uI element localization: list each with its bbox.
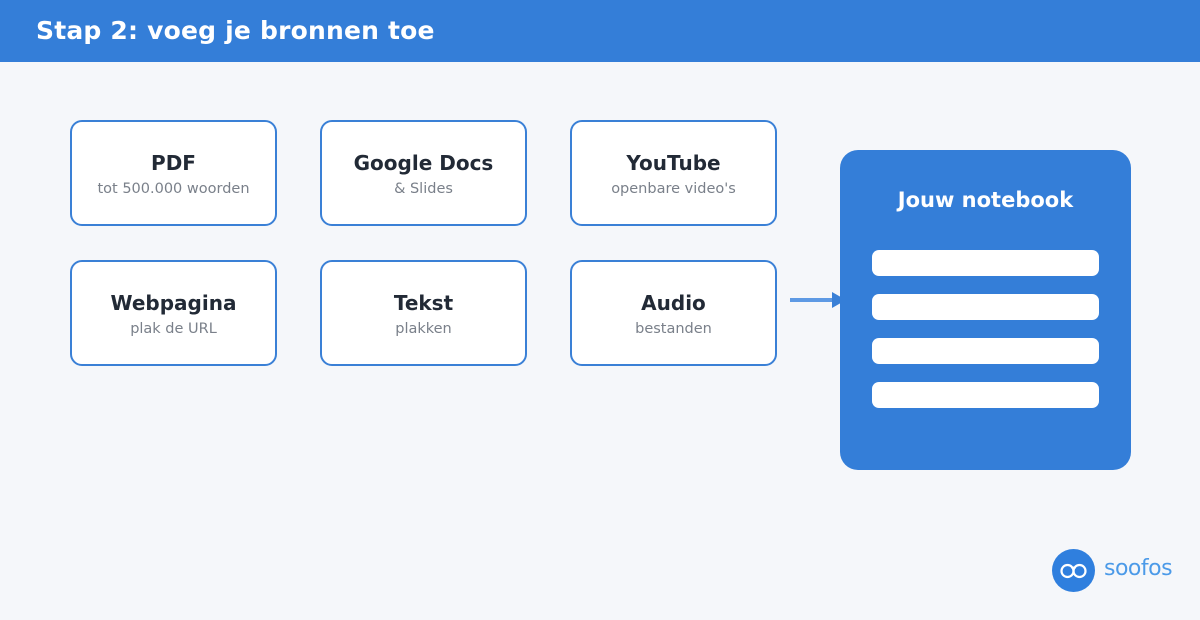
source-card-google-docs: Google Docs & Slides <box>320 120 527 226</box>
soofos-logo: soofos <box>1052 548 1182 594</box>
source-card-pdf: PDF tot 500.000 woorden <box>70 120 277 226</box>
source-title: Google Docs <box>353 151 494 175</box>
source-title: YouTube <box>626 151 721 175</box>
page-title: Stap 2: voeg je bronnen toe <box>36 16 435 45</box>
source-title: Audio <box>641 291 706 315</box>
arrow-icon <box>790 292 846 308</box>
source-title: PDF <box>151 151 196 175</box>
source-card-tekst: Tekst plakken <box>320 260 527 366</box>
source-subtitle: plakken <box>395 321 452 337</box>
source-subtitle: plak de URL <box>130 321 217 337</box>
source-subtitle: bestanden <box>635 321 712 337</box>
glasses-icon <box>1052 549 1095 592</box>
source-card-webpagina: Webpagina plak de URL <box>70 260 277 366</box>
notebook-line <box>872 250 1099 276</box>
source-card-audio: Audio bestanden <box>570 260 777 366</box>
notebook-line <box>872 382 1099 408</box>
source-subtitle: openbare video's <box>611 181 736 197</box>
source-subtitle: & Slides <box>394 181 453 197</box>
notebook-panel: Jouw notebook <box>840 150 1131 470</box>
header-bar: Stap 2: voeg je bronnen toe <box>0 0 1200 62</box>
logo-text: soofos <box>1104 556 1173 581</box>
source-title: Tekst <box>393 291 454 315</box>
notebook-title: Jouw notebook <box>897 188 1074 212</box>
source-subtitle: tot 500.000 woorden <box>97 181 250 197</box>
notebook-line <box>872 294 1099 320</box>
notebook-line <box>872 338 1099 364</box>
source-card-youtube: YouTube openbare video's <box>570 120 777 226</box>
source-title: Webpagina <box>110 291 237 315</box>
